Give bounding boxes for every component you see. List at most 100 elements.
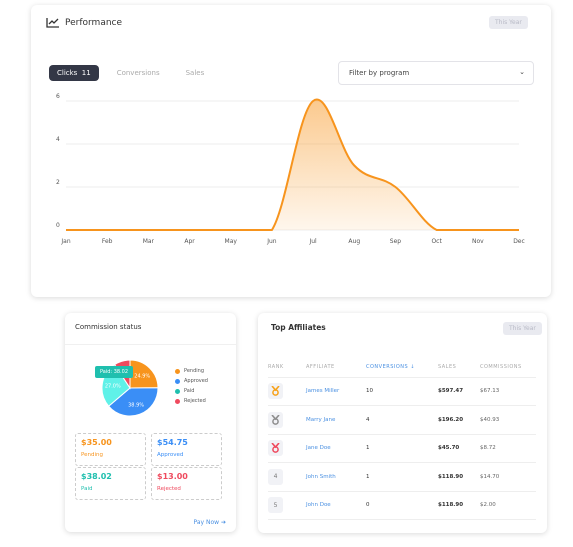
conversions-cell: 0 [366, 491, 438, 520]
pie-label: 24.9% [134, 374, 150, 380]
y-tick-label: 2 [56, 179, 60, 186]
legend-item[interactable]: Paid [175, 386, 208, 396]
pay-now-link[interactable]: Pay Now ➔ [194, 519, 226, 526]
sales-cell: $196.20 [438, 405, 480, 435]
commissions-cell: $8.72 [480, 434, 536, 463]
legend-label: Paid [184, 388, 195, 394]
legend-dot [175, 398, 180, 404]
top-affiliates-title: Top Affiliates [271, 323, 326, 332]
tab-label: Clicks [57, 69, 78, 77]
rank-cell: 5 [268, 491, 306, 520]
performance-title: Performance [65, 17, 123, 28]
select-value: Filter by program [349, 69, 410, 77]
x-tick-label: Dec [513, 238, 525, 245]
chevron-down-icon: ⌄ [519, 68, 525, 76]
affiliate-name-link[interactable]: James Miller [306, 377, 366, 406]
commission-amount: $38.02 [81, 472, 112, 481]
y-tick-label: 6 [56, 93, 60, 100]
x-tick-label: Apr [184, 238, 195, 245]
x-tick-label: Jun [266, 238, 277, 245]
legend-item[interactable]: Approved [175, 376, 208, 386]
legend-label: Rejected [184, 398, 206, 404]
x-tick-label: Nov [472, 238, 484, 245]
program-filter-select[interactable]: Filter by program ⌄ [338, 61, 534, 85]
pie-tooltip: Paid: 38.02 [95, 366, 134, 378]
x-tick-label: Feb [102, 238, 113, 245]
sales-cell: $45.70 [438, 434, 480, 463]
x-tick-label: Jan [60, 238, 70, 245]
rank-badge: 4 [268, 468, 283, 485]
legend-label: Approved [184, 378, 208, 384]
tab-conversions[interactable]: Conversions [109, 65, 168, 81]
column-header: RANK [268, 357, 306, 378]
affiliate-name-link[interactable]: John Smith [306, 462, 366, 492]
commission-title: Commission status [65, 313, 236, 345]
commission-status-card: Commission status 24.9%38.9%27.0%9.2% Pa… [65, 313, 236, 532]
silver-medal-icon [268, 411, 283, 428]
rank-badge: 5 [268, 497, 283, 514]
sales-cell: $118.90 [438, 491, 480, 520]
column-header: SALES [438, 357, 480, 378]
column-header[interactable]: CONVERSIONS ↓ [366, 357, 438, 378]
y-tick-label: 0 [56, 222, 60, 229]
commissions-cell: $14.70 [480, 462, 536, 492]
period-badge[interactable]: This Year [489, 16, 528, 29]
legend-item[interactable]: Rejected [175, 396, 208, 406]
table-row: 4 John Smith 1 $118.90 $14.70 [268, 462, 536, 492]
commissions-cell: $67.13 [480, 377, 536, 406]
pie-label: 27.0% [105, 384, 121, 390]
commission-box-paid: $38.02 Paid [75, 467, 146, 500]
tab-count: 11 [81, 69, 91, 77]
commission-label: Pending [81, 452, 103, 458]
tab-sales[interactable]: Sales [178, 65, 213, 81]
affiliate-name-link[interactable]: Jane Doe [306, 434, 366, 463]
commission-amount: $54.75 [157, 438, 188, 447]
conversions-cell: 1 [366, 462, 438, 492]
rank-cell [268, 377, 306, 406]
x-tick-label: May [225, 238, 238, 245]
column-header: AFFILIATE [306, 357, 366, 378]
sales-cell: $597.47 [438, 377, 480, 406]
pie-legend: Pending Approved Paid Rejected [175, 366, 208, 406]
gold-medal-icon [268, 383, 283, 400]
commission-box-pending: $35.00 Pending [75, 433, 146, 466]
conversions-cell: 10 [366, 377, 438, 406]
conversions-cell: 4 [366, 405, 438, 435]
performance-card: 0 2 4 6 Jan Feb Mar Apr May Jun Jul Aug Sep Oct Nov Dec… [31, 5, 551, 297]
rank-cell [268, 405, 306, 435]
affiliate-name-link[interactable]: John Doe [306, 491, 366, 520]
legend-item[interactable]: Pending [175, 366, 208, 376]
commission-amount: $35.00 [81, 438, 112, 447]
column-header: COMMISSIONS [480, 357, 536, 378]
commission-label: Paid [81, 486, 93, 492]
conversions-cell: 1 [366, 434, 438, 463]
top-affiliates-card: Top Affiliates This Year RANK AFFILIATE CO… [258, 313, 547, 533]
x-tick-label: Sep [390, 238, 402, 245]
y-tick-label: 4 [56, 136, 60, 143]
x-tick-label: Oct [431, 238, 442, 245]
rank-cell [268, 434, 306, 463]
sales-cell: $118.90 [438, 462, 480, 492]
pie-label: 38.9% [128, 402, 144, 408]
legend-dot [175, 368, 180, 374]
commission-label: Approved [157, 452, 184, 458]
commission-label: Rejected [157, 486, 181, 492]
table-row: Jane Doe 1 $45.70 $8.72 [268, 434, 536, 463]
x-tick-label: Jul [308, 238, 317, 245]
rank-cell: 4 [268, 462, 306, 492]
affiliate-name-link[interactable]: Marry Jane [306, 405, 366, 435]
commissions-cell: $40.93 [480, 405, 536, 435]
table-row: James Miller 10 $597.47 $67.13 [268, 377, 536, 406]
legend-dot [175, 378, 180, 384]
table-row: Marry Jane 4 $196.20 $40.93 [268, 405, 536, 435]
legend-label: Pending [184, 368, 204, 374]
performance-chart: 0 2 4 6 Jan Feb Mar Apr May Jun Jul Aug Sep Oct Nov Dec [56, 93, 525, 245]
legend-dot [175, 388, 180, 394]
x-tick-label: Mar [143, 238, 155, 245]
tab-clicks[interactable]: Clicks 11 [49, 65, 99, 81]
performance-header: Performance [46, 17, 122, 28]
commissions-cell: $2.00 [480, 491, 536, 520]
commission-box-rejected: $13.00 Rejected [151, 467, 222, 500]
commission-box-approved: $54.75 Approved [151, 433, 222, 466]
period-badge[interactable]: This Year [503, 322, 542, 335]
